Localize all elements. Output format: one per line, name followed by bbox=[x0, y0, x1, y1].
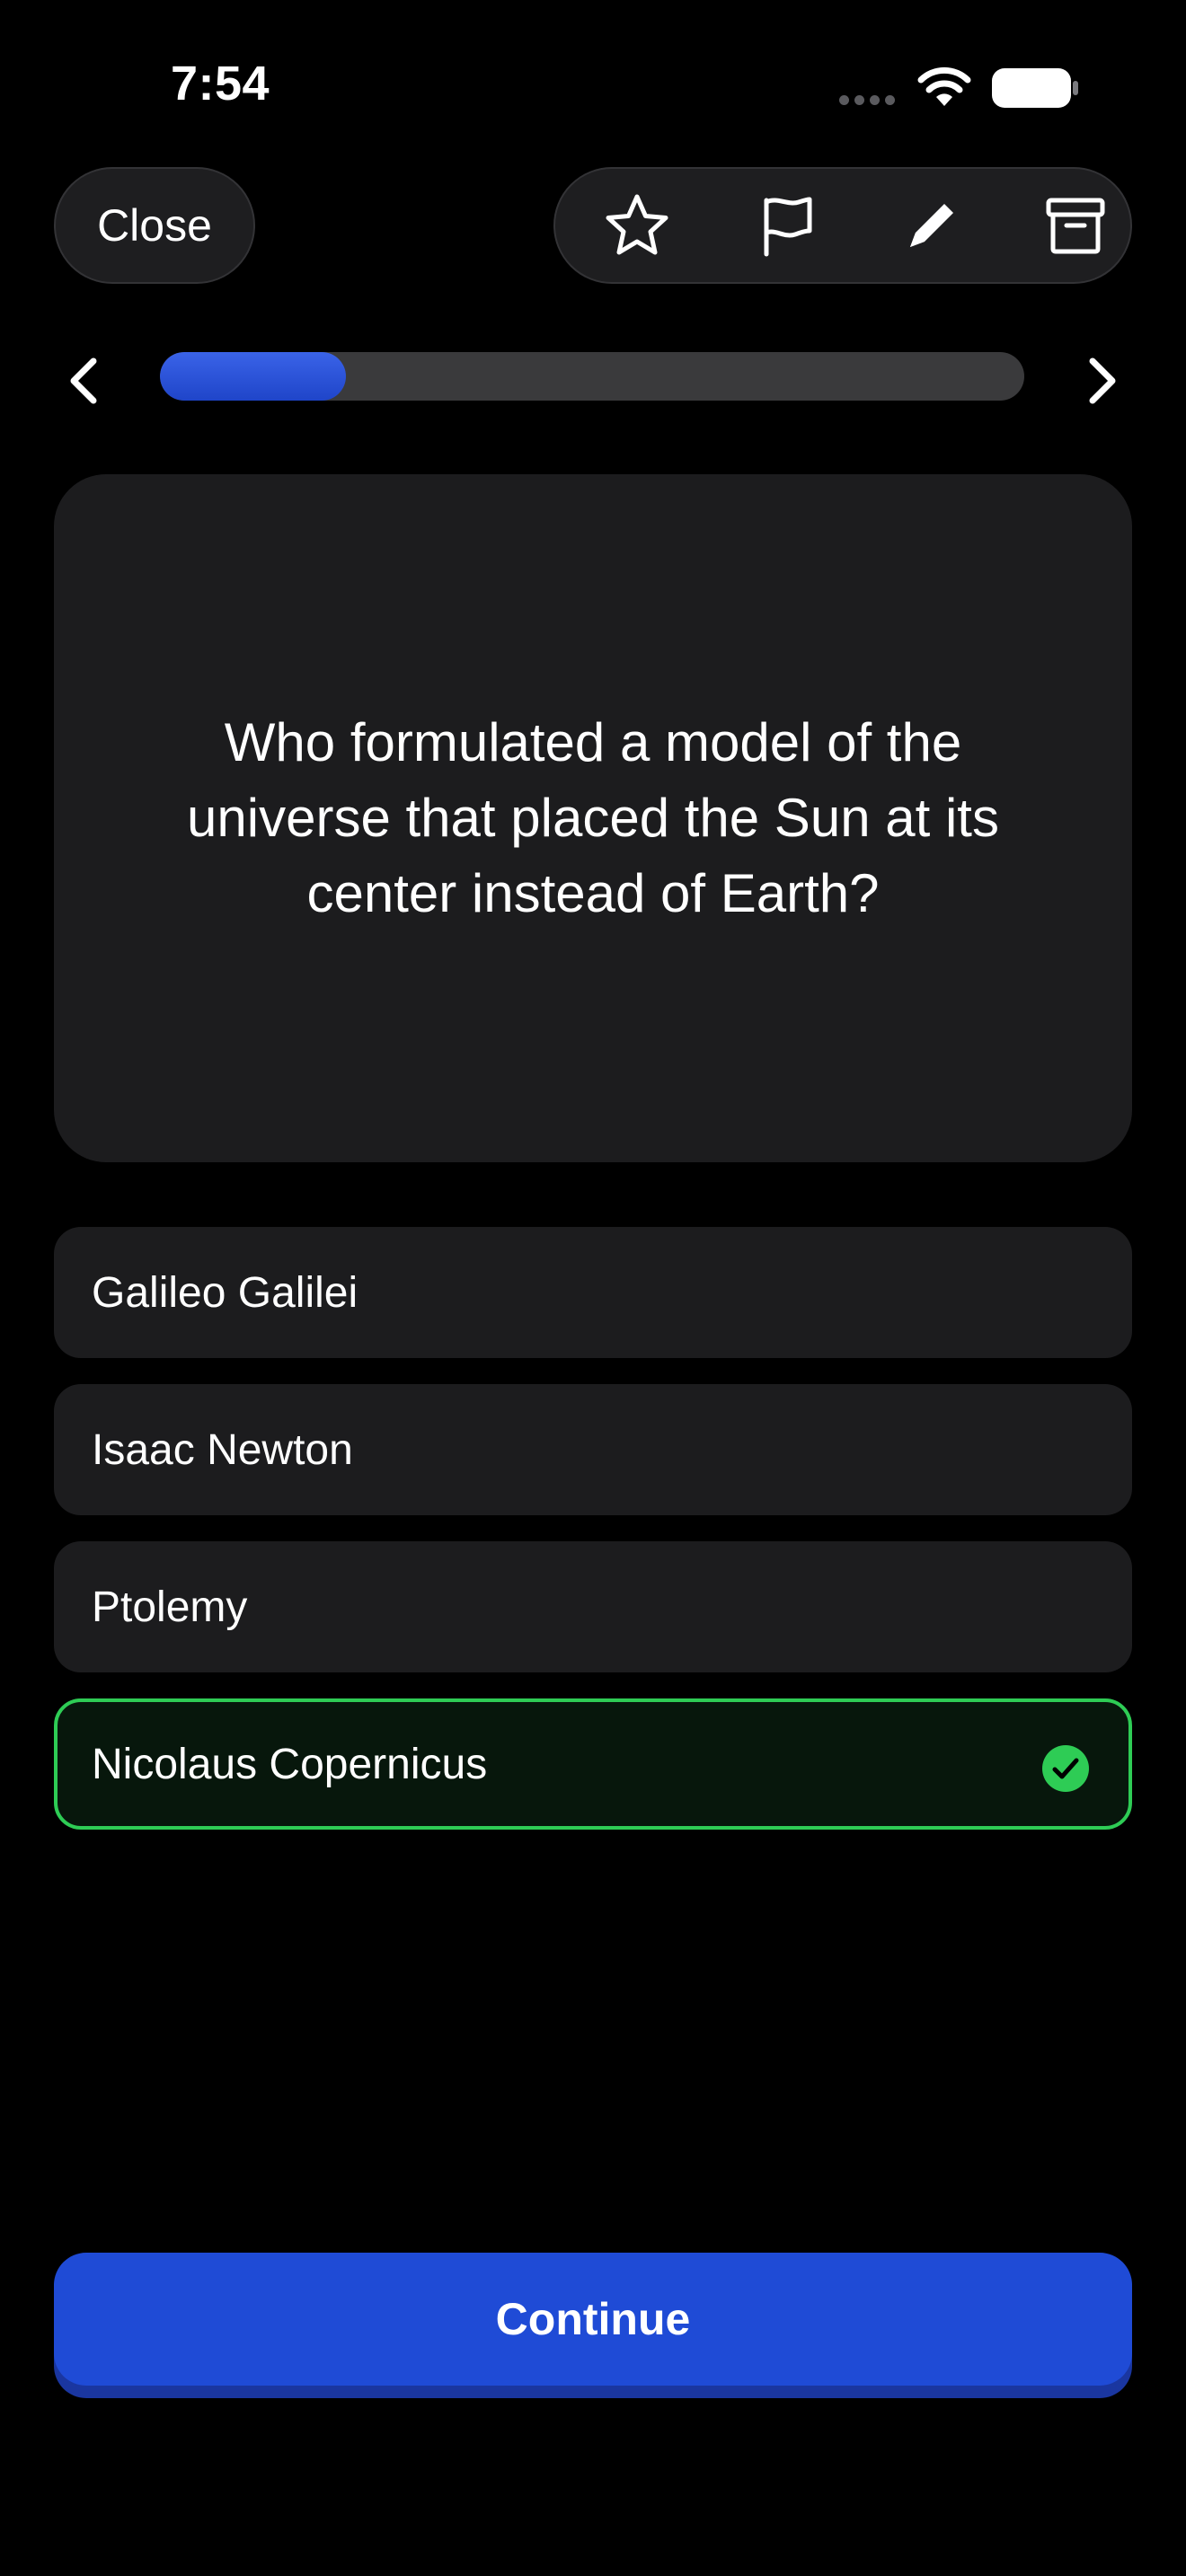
flag-button[interactable] bbox=[730, 169, 846, 282]
answer-label: Galileo Galilei bbox=[92, 1268, 358, 1317]
flag-icon bbox=[764, 197, 812, 257]
archive-icon bbox=[1046, 198, 1105, 254]
archive-button[interactable] bbox=[1017, 169, 1134, 282]
checkmark-circle-icon bbox=[1042, 1745, 1089, 1792]
answer-option-correct[interactable]: Nicolaus Copernicus bbox=[54, 1698, 1132, 1830]
battery-icon bbox=[992, 68, 1078, 108]
previous-card-button[interactable] bbox=[47, 345, 119, 417]
continue-button[interactable]: Continue bbox=[54, 2253, 1132, 2386]
card-actions-toolbar bbox=[553, 167, 1132, 284]
wifi-icon bbox=[917, 66, 971, 106]
edit-button[interactable] bbox=[873, 169, 990, 282]
question-card: Who formulated a model of the universe t… bbox=[54, 474, 1132, 1162]
cellular-signal-icon bbox=[839, 95, 895, 105]
answer-option[interactable]: Isaac Newton bbox=[54, 1384, 1132, 1515]
status-time: 7:54 bbox=[171, 57, 270, 110]
answer-label: Isaac Newton bbox=[92, 1425, 353, 1474]
answer-option[interactable]: Ptolemy bbox=[54, 1541, 1132, 1672]
answer-label: Ptolemy bbox=[92, 1583, 248, 1631]
answer-option[interactable]: Galileo Galilei bbox=[54, 1227, 1132, 1358]
pencil-icon bbox=[910, 204, 953, 247]
progress-fill bbox=[160, 352, 346, 401]
chevron-right-icon bbox=[1089, 357, 1116, 404]
favorite-button[interactable] bbox=[579, 169, 695, 282]
question-text: Who formulated a model of the universe t… bbox=[187, 712, 999, 923]
next-card-button[interactable] bbox=[1067, 345, 1139, 417]
close-button[interactable]: Close bbox=[54, 167, 255, 284]
star-icon bbox=[606, 194, 668, 255]
answer-label: Nicolaus Copernicus bbox=[92, 1740, 488, 1788]
chevron-left-icon bbox=[70, 357, 97, 404]
progress-bar bbox=[160, 352, 1024, 401]
quiz-screen: 7:54 Close Who formulated a model of the… bbox=[0, 0, 1186, 2576]
